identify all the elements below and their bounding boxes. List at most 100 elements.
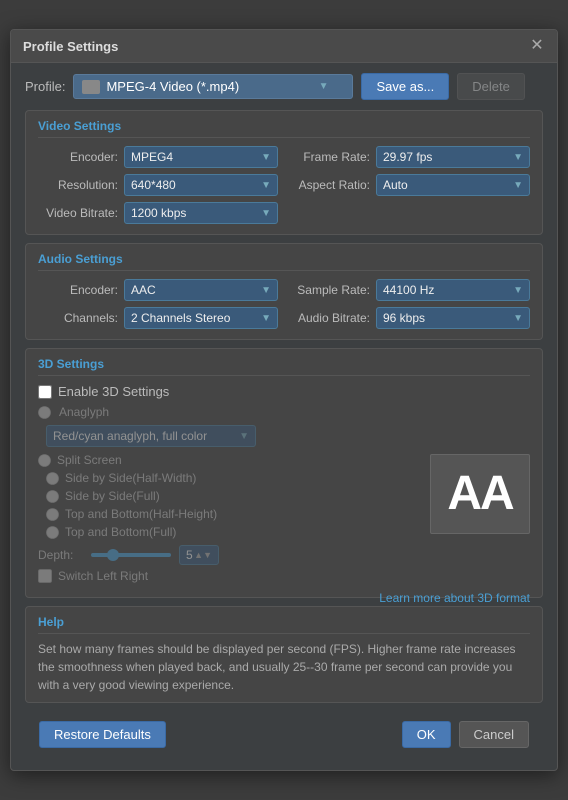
resolution-value: 640*480 <box>131 178 176 192</box>
video-settings-section: Video Settings Encoder: MPEG4 ▼ Frame Ra… <box>25 110 543 235</box>
title-bar: Profile Settings ✕ <box>11 30 557 63</box>
channels-label: Channels: <box>38 311 118 325</box>
enable-3d-checkbox[interactable] <box>38 385 52 399</box>
encoder-dropdown-arrow: ▼ <box>261 152 271 163</box>
restore-defaults-button[interactable]: Restore Defaults <box>39 721 166 748</box>
split-screen-label: Split Screen <box>57 453 122 467</box>
profile-settings-dialog: Profile Settings ✕ Profile: MPEG-4 Video… <box>10 29 558 771</box>
frame-rate-field: Frame Rate: 29.97 fps ▼ <box>290 146 530 168</box>
help-title: Help <box>38 615 530 634</box>
three-d-settings-title: 3D Settings <box>38 357 530 376</box>
ok-button[interactable]: OK <box>402 721 451 748</box>
depth-slider[interactable] <box>91 553 171 557</box>
save-as-button[interactable]: Save as... <box>361 73 449 100</box>
top-bottom-half-label: Top and Bottom(Half-Height) <box>65 507 217 521</box>
audio-settings-grid: Encoder: AAC ▼ Sample Rate: 44100 Hz ▼ <box>38 279 530 329</box>
help-section: Help Set how many frames should be displ… <box>25 606 543 703</box>
side-by-side-full-radio[interactable] <box>46 490 59 503</box>
resolution-field: Resolution: 640*480 ▼ <box>38 174 278 196</box>
profile-dropdown[interactable]: MPEG-4 Video (*.mp4) ▼ <box>73 74 353 99</box>
aspect-ratio-field: Aspect Ratio: Auto ▼ <box>290 174 530 196</box>
delete-button[interactable]: Delete <box>457 73 525 100</box>
depth-row: Depth: 5 ▲▼ <box>38 545 420 565</box>
cancel-button[interactable]: Cancel <box>459 721 529 748</box>
bottom-bar: Restore Defaults OK Cancel <box>25 713 543 760</box>
dialog-content: Profile: MPEG-4 Video (*.mp4) ▼ Save as.… <box>11 63 557 770</box>
encoder-dropdown[interactable]: MPEG4 ▼ <box>124 146 278 168</box>
aa-preview: AA <box>430 454 530 534</box>
profile-icon <box>82 80 100 94</box>
profile-dropdown-arrow: ▼ <box>319 81 329 92</box>
audio-bitrate-label: Audio Bitrate: <box>290 311 370 325</box>
encoder-label: Encoder: <box>38 150 118 164</box>
anaglyph-radio[interactable] <box>38 406 51 419</box>
three-d-settings-section: 3D Settings Enable 3D Settings Anaglyph … <box>25 348 543 598</box>
dialog-title: Profile Settings <box>23 39 118 54</box>
bottom-right-buttons: OK Cancel <box>402 721 529 748</box>
side-by-side-full-label: Side by Side(Full) <box>65 489 160 503</box>
frame-rate-dropdown[interactable]: 29.97 fps ▼ <box>376 146 530 168</box>
depth-label: Depth: <box>38 548 83 562</box>
profile-label: Profile: <box>25 79 65 94</box>
audio-encoder-dropdown[interactable]: AAC ▼ <box>124 279 278 301</box>
top-bottom-full-radio[interactable] <box>46 526 59 539</box>
sample-rate-dropdown-arrow: ▼ <box>513 285 523 296</box>
resolution-label: Resolution: <box>38 178 118 192</box>
depth-value: 5 <box>186 548 193 562</box>
aspect-ratio-value: Auto <box>383 178 408 192</box>
audio-settings-title: Audio Settings <box>38 252 530 271</box>
depth-value-box[interactable]: 5 ▲▼ <box>179 545 219 565</box>
switch-lr-checkbox[interactable] <box>38 569 52 583</box>
audio-bitrate-value: 96 kbps <box>383 311 425 325</box>
depth-slider-thumb <box>107 549 119 561</box>
anaglyph-row: Anaglyph <box>38 405 420 419</box>
depth-spinner-arrow: ▲▼ <box>194 550 212 560</box>
enable-3d-label: Enable 3D Settings <box>58 384 169 399</box>
sample-rate-value: 44100 Hz <box>383 283 434 297</box>
aspect-ratio-dropdown[interactable]: Auto ▼ <box>376 174 530 196</box>
video-bitrate-dropdown[interactable]: 1200 kbps ▼ <box>124 202 278 224</box>
split-screen-options: Side by Side(Half-Width) Side by Side(Fu… <box>38 471 420 539</box>
side-by-side-full-row: Side by Side(Full) <box>46 489 420 503</box>
side-by-side-half-radio[interactable] <box>46 472 59 485</box>
resolution-dropdown[interactable]: 640*480 ▼ <box>124 174 278 196</box>
enable-3d-row: Enable 3D Settings <box>38 384 530 399</box>
resolution-dropdown-arrow: ▼ <box>261 180 271 191</box>
switch-lr-row: Switch Left Right <box>38 569 420 583</box>
frame-rate-dropdown-arrow: ▼ <box>513 152 523 163</box>
channels-dropdown[interactable]: 2 Channels Stereo ▼ <box>124 307 278 329</box>
encoder-value: MPEG4 <box>131 150 173 164</box>
top-bottom-full-label: Top and Bottom(Full) <box>65 525 176 539</box>
profile-value: MPEG-4 Video (*.mp4) <box>106 79 314 94</box>
video-bitrate-value: 1200 kbps <box>131 206 186 220</box>
side-by-side-half-label: Side by Side(Half-Width) <box>65 471 196 485</box>
top-bottom-full-row: Top and Bottom(Full) <box>46 525 420 539</box>
video-bitrate-field: Video Bitrate: 1200 kbps ▼ <box>38 202 278 224</box>
audio-bitrate-dropdown[interactable]: 96 kbps ▼ <box>376 307 530 329</box>
sample-rate-field: Sample Rate: 44100 Hz ▼ <box>290 279 530 301</box>
profile-row: Profile: MPEG-4 Video (*.mp4) ▼ Save as.… <box>25 73 543 100</box>
top-bottom-half-radio[interactable] <box>46 508 59 521</box>
split-screen-radio[interactable] <box>38 454 51 467</box>
help-text: Set how many frames should be displayed … <box>38 640 530 694</box>
switch-lr-label: Switch Left Right <box>58 569 148 583</box>
video-settings-title: Video Settings <box>38 119 530 138</box>
audio-encoder-value: AAC <box>131 283 156 297</box>
video-settings-grid: Encoder: MPEG4 ▼ Frame Rate: 29.97 fps ▼ <box>38 146 530 224</box>
three-d-left: Anaglyph Red/cyan anaglyph, full color ▼… <box>38 405 420 583</box>
close-button[interactable]: ✕ <box>529 38 545 54</box>
three-d-preview-area: AA <box>430 405 530 583</box>
sample-rate-dropdown[interactable]: 44100 Hz ▼ <box>376 279 530 301</box>
split-screen-row: Split Screen <box>38 453 420 467</box>
audio-bitrate-dropdown-arrow: ▼ <box>513 313 523 324</box>
aspect-ratio-label: Aspect Ratio: <box>290 178 370 192</box>
three-d-content: Anaglyph Red/cyan anaglyph, full color ▼… <box>38 405 530 583</box>
channels-field: Channels: 2 Channels Stereo ▼ <box>38 307 278 329</box>
sample-rate-label: Sample Rate: <box>290 283 370 297</box>
video-bitrate-dropdown-arrow: ▼ <box>261 208 271 219</box>
aa-preview-text: AA <box>447 470 512 518</box>
learn-more-link[interactable]: Learn more about 3D format <box>379 591 530 605</box>
anaglyph-dropdown[interactable]: Red/cyan anaglyph, full color ▼ <box>46 425 256 447</box>
frame-rate-label: Frame Rate: <box>290 150 370 164</box>
aspect-ratio-dropdown-arrow: ▼ <box>513 180 523 191</box>
